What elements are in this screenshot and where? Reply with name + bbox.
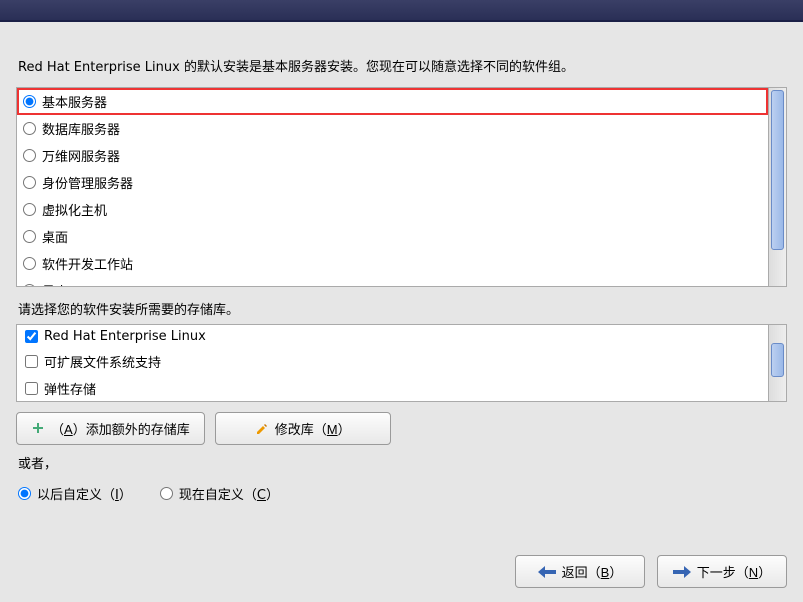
customize-now-radio[interactable]: 现在自定义（C） xyxy=(160,484,279,503)
repo-label: Red Hat Enterprise Linux xyxy=(44,329,206,344)
modify-repo-button[interactable]: 修改库（M） xyxy=(215,412,391,445)
software-group-listbox: 基本服务器数据库服务器万维网服务器身份管理服务器虚拟化主机桌面软件开发工作站最小 xyxy=(16,87,787,287)
software-group-label: 虚拟化主机 xyxy=(42,200,107,219)
software-group-item[interactable]: 身份管理服务器 xyxy=(17,169,768,196)
software-group-item[interactable]: 桌面 xyxy=(17,223,768,250)
repo-label: 可扩展文件系统支持 xyxy=(44,352,161,371)
customize-later-label: 以后自定义（I） xyxy=(37,484,132,503)
software-group-label: 数据库服务器 xyxy=(42,119,120,138)
repo-checkbox[interactable] xyxy=(25,382,38,395)
software-group-item[interactable]: 软件开发工作站 xyxy=(17,250,768,277)
software-group-label: 软件开发工作站 xyxy=(42,254,133,273)
arrow-right-icon xyxy=(673,566,691,578)
software-group-item[interactable]: 基本服务器 xyxy=(17,88,768,115)
software-group-label: 基本服务器 xyxy=(42,92,107,111)
software-group-radio[interactable] xyxy=(23,257,36,270)
software-group-list[interactable]: 基本服务器数据库服务器万维网服务器身份管理服务器虚拟化主机桌面软件开发工作站最小 xyxy=(17,88,768,286)
software-group-item[interactable]: 数据库服务器 xyxy=(17,115,768,142)
repo-item[interactable]: 可扩展文件系统支持 xyxy=(17,348,768,375)
software-group-radio[interactable] xyxy=(23,122,36,135)
software-group-radio[interactable] xyxy=(23,149,36,162)
scrollbar-thumb[interactable] xyxy=(771,343,784,377)
title-bar xyxy=(0,0,803,22)
repo-item[interactable]: 弹性存储 xyxy=(17,375,768,401)
repo-listbox: Red Hat Enterprise Linux 可扩展文件系统支持弹性存储 xyxy=(16,324,787,402)
software-group-item[interactable]: 虚拟化主机 xyxy=(17,196,768,223)
intro-text: Red Hat Enterprise Linux 的默认安装是基本服务器安装。您… xyxy=(18,56,787,75)
software-group-label: 桌面 xyxy=(42,227,68,246)
scrollbar-thumb[interactable] xyxy=(771,90,784,250)
software-group-item[interactable]: 万维网服务器 xyxy=(17,142,768,169)
software-group-radio[interactable] xyxy=(23,230,36,243)
repo-item[interactable]: Red Hat Enterprise Linux xyxy=(17,325,768,348)
repo-label: 弹性存储 xyxy=(44,379,96,398)
software-group-label: 最小 xyxy=(42,281,68,286)
repo-list[interactable]: Red Hat Enterprise Linux 可扩展文件系统支持弹性存储 xyxy=(17,325,768,401)
back-button[interactable]: 返回（B） xyxy=(515,555,645,588)
software-group-radio[interactable] xyxy=(23,203,36,216)
customize-radio-group: 以后自定义（I） 现在自定义（C） xyxy=(16,480,787,503)
add-repo-label: （A）添加额外的存储库 xyxy=(51,419,190,438)
arrow-left-icon xyxy=(538,566,556,578)
modify-repo-label: 修改库（M） xyxy=(275,419,351,438)
back-label: 返回（B） xyxy=(562,562,623,581)
add-repo-button[interactable]: （A）添加额外的存储库 xyxy=(16,412,205,445)
repo-scrollbar[interactable] xyxy=(768,325,786,401)
software-group-radio[interactable] xyxy=(23,284,36,286)
repo-heading: 请选择您的软件安装所需要的存储库。 xyxy=(18,299,787,318)
edit-icon xyxy=(255,422,269,436)
repo-checkbox[interactable] xyxy=(25,330,38,343)
plus-icon xyxy=(31,422,45,436)
next-label: 下一步（N） xyxy=(697,562,771,581)
software-group-label: 万维网服务器 xyxy=(42,146,120,165)
software-group-item[interactable]: 最小 xyxy=(17,277,768,286)
software-group-scrollbar[interactable] xyxy=(768,88,786,286)
repo-checkbox[interactable] xyxy=(25,355,38,368)
software-group-radio[interactable] xyxy=(23,95,36,108)
or-text: 或者， xyxy=(18,453,787,472)
customize-later-radio[interactable]: 以后自定义（I） xyxy=(18,484,132,503)
customize-now-label: 现在自定义（C） xyxy=(179,484,279,503)
next-button[interactable]: 下一步（N） xyxy=(657,555,787,588)
software-group-radio[interactable] xyxy=(23,176,36,189)
software-group-label: 身份管理服务器 xyxy=(42,173,133,192)
